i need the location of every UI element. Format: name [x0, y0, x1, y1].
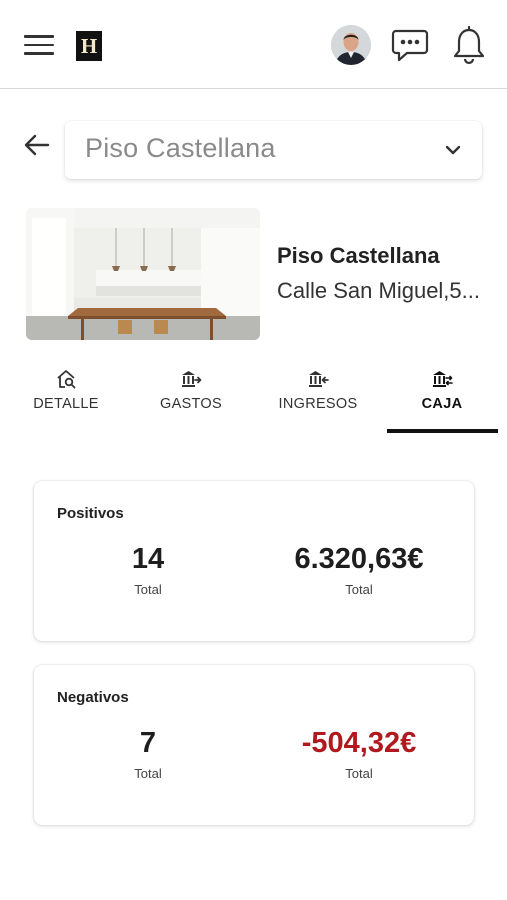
avatar[interactable]: [331, 25, 371, 65]
negativos-amount-value: -504,32€: [301, 727, 417, 759]
menu-icon[interactable]: [24, 35, 54, 57]
avatar-image: [331, 25, 371, 65]
negativos-amount-label: Total: [345, 766, 373, 781]
tab-ingresos[interactable]: INGRESOS: [270, 368, 366, 432]
chevron-down-icon: [445, 145, 461, 155]
chat-icon[interactable]: [391, 27, 429, 63]
property-select[interactable]: Piso Castellana: [65, 121, 482, 179]
bank-arrow-right-icon: [182, 371, 202, 387]
negativos-count-value: 7: [139, 727, 157, 759]
app-logo[interactable]: H: [76, 31, 102, 61]
negativos-amount: -504,32€ Total: [269, 727, 449, 781]
tab-detalle[interactable]: DETALLE: [20, 368, 112, 432]
positivos-count-value: 14: [131, 543, 165, 575]
tab-caja-label: CAJA: [421, 396, 463, 412]
negativos-title: Negativos: [57, 689, 129, 706]
positivos-count-label: Total: [134, 582, 162, 597]
bell-icon[interactable]: [452, 25, 486, 65]
positivos-card: Positivos 14 Total 6.320,63€ Total: [34, 481, 474, 641]
tab-caja[interactable]: CAJA: [396, 368, 488, 432]
back-arrow-icon[interactable]: [22, 130, 52, 160]
positivos-amount-value: 6.320,63€: [294, 543, 424, 575]
tab-gastos-label: GASTOS: [160, 396, 222, 412]
positivos-count: 14 Total: [98, 543, 198, 597]
top-bar: H: [0, 0, 507, 89]
tab-ingresos-label: INGRESOS: [278, 396, 358, 412]
property-select-value: Piso Castellana: [85, 133, 276, 163]
bank-arrow-left-icon: [309, 371, 329, 387]
positivos-title: Positivos: [57, 505, 124, 522]
property-address: Calle San Miguel,5...: [277, 278, 480, 303]
negativos-count-label: Total: [134, 766, 162, 781]
negativos-card: Negativos 7 Total -504,32€ Total: [34, 665, 474, 825]
active-tab-indicator: [387, 429, 498, 433]
house-search-icon: [57, 370, 76, 389]
tab-gastos[interactable]: GASTOS: [145, 368, 237, 432]
positivos-amount-label: Total: [345, 582, 373, 597]
property-photo: [26, 208, 260, 340]
bank-swap-icon: [433, 371, 453, 387]
property-name: Piso Castellana: [277, 243, 440, 268]
tab-detalle-label: DETALLE: [33, 396, 99, 412]
negativos-count: 7 Total: [98, 727, 198, 781]
positivos-amount: 6.320,63€ Total: [269, 543, 449, 597]
